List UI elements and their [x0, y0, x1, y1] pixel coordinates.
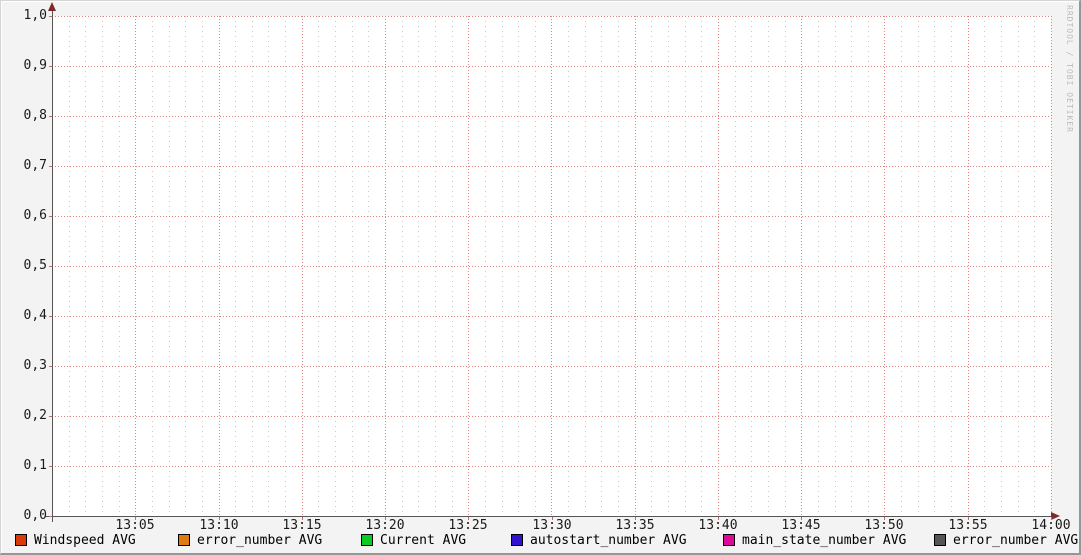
y-axis-tick-label: 0,4 [23, 308, 47, 323]
legend-item: Windspeed AVG [15, 532, 136, 548]
y-axis-tick-label: 0,8 [23, 108, 47, 123]
gridline-horizontal-major [52, 166, 1051, 167]
x-axis-tick-label: 13:30 [532, 518, 572, 533]
y-axis-arrow-icon [48, 2, 56, 11]
legend-item: main_state_number AVG [723, 532, 907, 548]
y-axis-tick [49, 316, 52, 317]
x-axis-tick-label: 13:40 [698, 518, 738, 533]
x-axis-tick-label: 13:25 [448, 518, 488, 533]
x-axis-tick [884, 517, 885, 520]
x-axis-tick-label: 13:50 [864, 518, 904, 533]
y-axis-tick-label: 0,7 [23, 158, 47, 173]
rrdtool-graph: RRDTOOL / TOBI OETIKER 1,0 0,9 0,8 0,7 0,6 0,… [0, 0, 1081, 555]
rrdtool-watermark: RRDTOOL / TOBI OETIKER [1065, 5, 1074, 133]
y-axis-tick [49, 266, 52, 267]
gridline-horizontal-major [52, 116, 1051, 117]
x-axis-tick [552, 517, 553, 520]
x-axis-line [45, 516, 1052, 517]
x-axis-tick-label: 13:35 [615, 518, 655, 533]
gridline-horizontal-major [52, 316, 1051, 317]
legend-item-label: Windspeed AVG [34, 532, 136, 548]
gridline-horizontal-major [52, 416, 1051, 417]
y-axis-tick [49, 416, 52, 417]
legend-item-label: error_number AVG [197, 532, 323, 548]
legend-color-swatch [723, 534, 735, 546]
legend-item-label: autostart_number AVG [530, 532, 687, 548]
x-axis-tick [968, 517, 969, 520]
y-axis-tick-label: 0,5 [23, 258, 47, 273]
x-axis-tick-label: 13:20 [365, 518, 405, 533]
y-axis-tick-label: 0,2 [23, 408, 47, 423]
x-axis-tick [1051, 517, 1052, 520]
x-axis-tick-label: 13:15 [282, 518, 322, 533]
y-axis-tick [49, 16, 52, 17]
x-axis-tick [135, 517, 136, 520]
y-axis-tick-label: 1,0 [23, 8, 47, 23]
x-axis-tick-label: 13:45 [781, 518, 821, 533]
legend-item-label: main_state_number AVG [742, 532, 907, 548]
x-axis-tick-label: 14:00 [1031, 518, 1071, 533]
x-axis-tick-label: 13:05 [115, 518, 155, 533]
y-axis-tick [49, 116, 52, 117]
y-axis-tick [49, 516, 52, 517]
x-axis-tick [718, 517, 719, 520]
x-axis-tick [801, 517, 802, 520]
gridline-horizontal-major [52, 266, 1051, 267]
legend-color-swatch [361, 534, 373, 546]
y-axis-tick [49, 66, 52, 67]
gridline-vertical-major [1051, 16, 1052, 516]
y-axis-line [52, 9, 53, 522]
legend-item: autostart_number AVG [511, 532, 687, 548]
y-axis-tick [49, 166, 52, 167]
y-axis-tick-label: 0,1 [23, 458, 47, 473]
legend-item: error_number AVG [178, 532, 323, 548]
legend-color-swatch [178, 534, 190, 546]
x-axis-tick [385, 517, 386, 520]
x-axis-tick-label: 13:55 [948, 518, 988, 533]
y-axis-tick [49, 466, 52, 467]
legend-item: Current AVG [361, 532, 467, 548]
legend-item: error_number AVG [934, 532, 1079, 548]
gridline-horizontal-major [52, 66, 1051, 67]
x-axis-tick-label: 13:10 [199, 518, 239, 533]
gridline-horizontal-major [52, 216, 1051, 217]
x-axis-tick [635, 517, 636, 520]
gridline-horizontal-major [52, 16, 1051, 17]
legend-color-swatch [934, 534, 946, 546]
legend-item-label: Current AVG [380, 532, 467, 548]
y-axis-tick-label: 0,9 [23, 58, 47, 73]
gridline-horizontal-major [52, 366, 1051, 367]
x-axis-tick [219, 517, 220, 520]
x-axis-tick [302, 517, 303, 520]
legend-color-swatch [15, 534, 27, 546]
y-axis-tick-label: 0,6 [23, 208, 47, 223]
plot-canvas [52, 16, 1052, 516]
gridline-horizontal-major [52, 466, 1051, 467]
y-axis-tick [49, 366, 52, 367]
legend-color-swatch [511, 534, 523, 546]
y-axis-tick [49, 216, 52, 217]
legend-item-label: error_number AVG [953, 532, 1079, 548]
y-axis-tick-label: 0,0 [23, 508, 47, 523]
x-axis-tick [468, 517, 469, 520]
y-axis-tick-label: 0,3 [23, 358, 47, 373]
